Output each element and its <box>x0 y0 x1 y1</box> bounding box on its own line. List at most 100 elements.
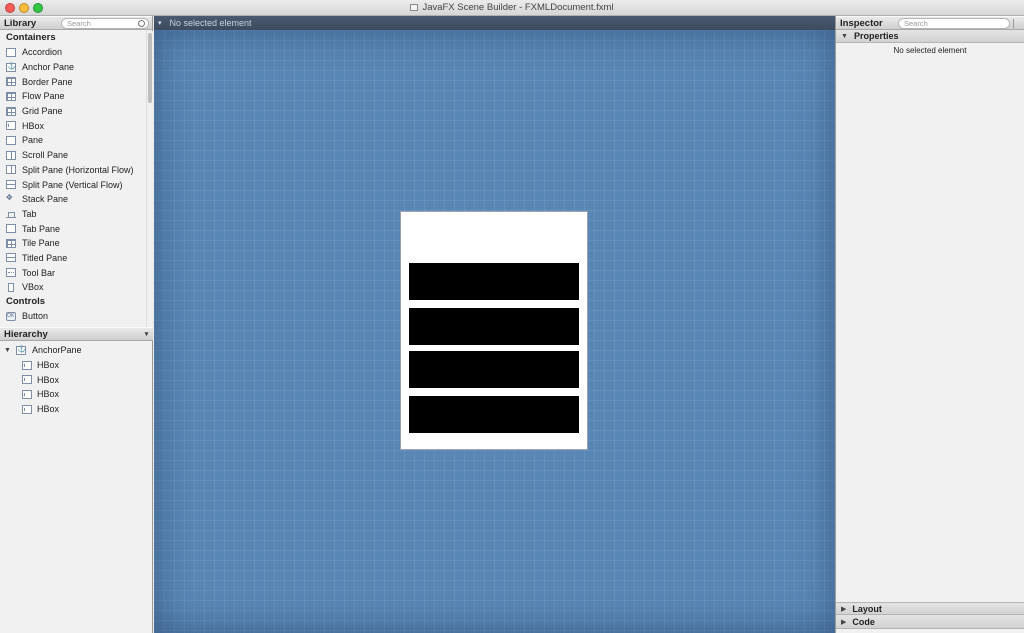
chevron-down-icon[interactable]: ▾ <box>142 330 151 339</box>
hierarchy-tree: ▼ AnchorPane HBox HBox HBox HBox <box>0 343 153 416</box>
library-section-controls[interactable]: Controls <box>0 295 146 309</box>
hbox-preview[interactable] <box>409 396 579 433</box>
hierarchy-item-label: HBox <box>37 374 60 385</box>
hierarchy-item-hbox[interactable]: HBox <box>0 402 153 417</box>
library-item-scroll-pane[interactable]: Scroll Pane <box>0 148 146 163</box>
collapsed-triangle-icon: ▶ <box>841 605 847 613</box>
library-item-label: Tool Bar <box>22 267 56 278</box>
library-item-split-pane-horizontal[interactable]: Split Pane (Horizontal Flow) <box>0 163 146 178</box>
hierarchy-item-label: HBox <box>37 389 60 400</box>
content-panel: ▾ No selected element <box>154 16 836 633</box>
properties-section-header[interactable]: ▼ Properties <box>836 30 1024 43</box>
search-icon <box>138 20 145 27</box>
vbox-icon <box>8 282 14 292</box>
library-item-pane[interactable]: Pane <box>0 133 146 148</box>
library-item-label: Button <box>22 311 49 322</box>
minimize-window-button[interactable] <box>19 3 29 13</box>
library-item-hbox[interactable]: HBox <box>0 118 146 133</box>
library-item-flow-pane[interactable]: Flow Pane <box>0 89 146 104</box>
flow-pane-icon <box>6 91 16 101</box>
library-item-vbox[interactable]: VBox <box>0 280 146 295</box>
library-item-anchor-pane[interactable]: Anchor Pane <box>0 60 146 75</box>
inspector-panel: Inspector Search ▼ Properties No selecte… <box>835 16 1024 633</box>
library-item-tab-pane[interactable]: Tab Pane <box>0 221 146 236</box>
split-pane-vertical-icon <box>6 180 16 190</box>
hierarchy-item-anchorpane[interactable]: ▼ AnchorPane <box>0 343 153 358</box>
left-panel: Library Search Containers Accordion Anch… <box>0 16 153 633</box>
inspector-search-input[interactable]: Search <box>898 18 1010 29</box>
library-item-label: VBox <box>22 282 44 293</box>
hierarchy-item-hbox[interactable]: HBox <box>0 358 153 373</box>
panel-menu-icon[interactable] <box>1013 19 1021 28</box>
tile-pane-icon <box>6 238 16 248</box>
layout-section-header[interactable]: ▶ Layout <box>836 602 1024 615</box>
library-item-label: Flow Pane <box>22 91 65 102</box>
library-item-label: Titled Pane <box>22 252 68 263</box>
hbox-icon <box>6 121 16 131</box>
library-item-stack-pane[interactable]: Stack Pane <box>0 192 146 207</box>
library-item-grid-pane[interactable]: Grid Pane <box>0 104 146 119</box>
tool-bar-icon <box>6 268 16 278</box>
expand-triangle-icon[interactable]: ▼ <box>4 347 12 354</box>
hbox-icon <box>22 404 32 414</box>
library-item-label: Scroll Pane <box>22 150 69 161</box>
library-item-accordion[interactable]: Accordion <box>0 45 146 60</box>
stack-pane-icon <box>6 193 16 204</box>
library-list: Containers Accordion Anchor Pane Border … <box>0 31 146 327</box>
hbox-icon <box>22 375 32 385</box>
collapsed-triangle-icon: ▶ <box>841 618 847 626</box>
library-item-label: Split Pane (Horizontal Flow) <box>22 164 134 175</box>
scroll-pane-icon <box>6 150 16 160</box>
code-section-header[interactable]: ▶ Code <box>836 615 1024 629</box>
library-item-tab[interactable]: Tab <box>0 207 146 222</box>
selection-breadcrumb: No selected element <box>169 18 252 28</box>
button-icon <box>6 311 16 321</box>
hbox-preview[interactable] <box>409 263 579 300</box>
titled-pane-icon <box>6 253 16 263</box>
library-search-input[interactable]: Search <box>61 18 149 29</box>
hbox-preview[interactable] <box>409 308 579 345</box>
library-item-label: Tab <box>22 208 37 219</box>
chevron-down-icon[interactable]: ▾ <box>158 19 162 27</box>
design-canvas[interactable] <box>154 30 836 633</box>
hierarchy-item-hbox[interactable]: HBox <box>0 387 153 402</box>
close-window-button[interactable] <box>5 3 15 13</box>
inspector-search-placeholder: Search <box>904 19 928 28</box>
library-item-label: Tab Pane <box>22 223 61 234</box>
hierarchy-item-hbox[interactable]: HBox <box>0 372 153 387</box>
anchorpane-preview[interactable] <box>400 211 588 450</box>
library-scrollbar[interactable] <box>146 31 153 327</box>
tab-pane-icon <box>6 224 16 234</box>
library-title: Library <box>4 17 37 29</box>
library-item-label: Accordion <box>22 47 63 58</box>
library-item-tool-bar[interactable]: Tool Bar <box>0 265 146 280</box>
layout-section-label: Layout <box>852 603 882 614</box>
code-section-label: Code <box>852 616 875 627</box>
scrollbar-thumb[interactable] <box>148 33 152 103</box>
anchor-pane-icon <box>16 345 26 355</box>
grid-pane-icon <box>6 106 16 116</box>
library-item-border-pane[interactable]: Border Pane <box>0 74 146 89</box>
hierarchy-item-label: HBox <box>37 404 60 415</box>
library-item-titled-pane[interactable]: Titled Pane <box>0 251 146 266</box>
library-item-button[interactable]: Button <box>0 309 146 324</box>
pane-icon <box>6 135 16 145</box>
library-section-containers[interactable]: Containers <box>0 31 146 45</box>
accordion-icon <box>6 47 16 57</box>
hbox-icon <box>22 389 32 399</box>
library-item-split-pane-vertical[interactable]: Split Pane (Vertical Flow) <box>0 177 146 192</box>
window-title: JavaFX Scene Builder - FXMLDocument.fxml <box>422 2 614 13</box>
hierarchy-title: Hierarchy <box>4 328 48 340</box>
hierarchy-item-label: AnchorPane <box>32 345 82 356</box>
hbox-preview[interactable] <box>409 351 579 388</box>
window-controls <box>5 3 43 13</box>
library-item-label: Tile Pane <box>22 238 60 249</box>
split-pane-horizontal-icon <box>6 165 16 175</box>
library-item-tile-pane[interactable]: Tile Pane <box>0 236 146 251</box>
inspector-header: Inspector Search <box>836 16 1024 30</box>
library-item-label: Anchor Pane <box>22 62 75 73</box>
library-item-label: Stack Pane <box>22 194 69 205</box>
maximize-window-button[interactable] <box>33 3 43 13</box>
inspector-title: Inspector <box>840 17 883 29</box>
library-header: Library Search <box>0 16 152 30</box>
